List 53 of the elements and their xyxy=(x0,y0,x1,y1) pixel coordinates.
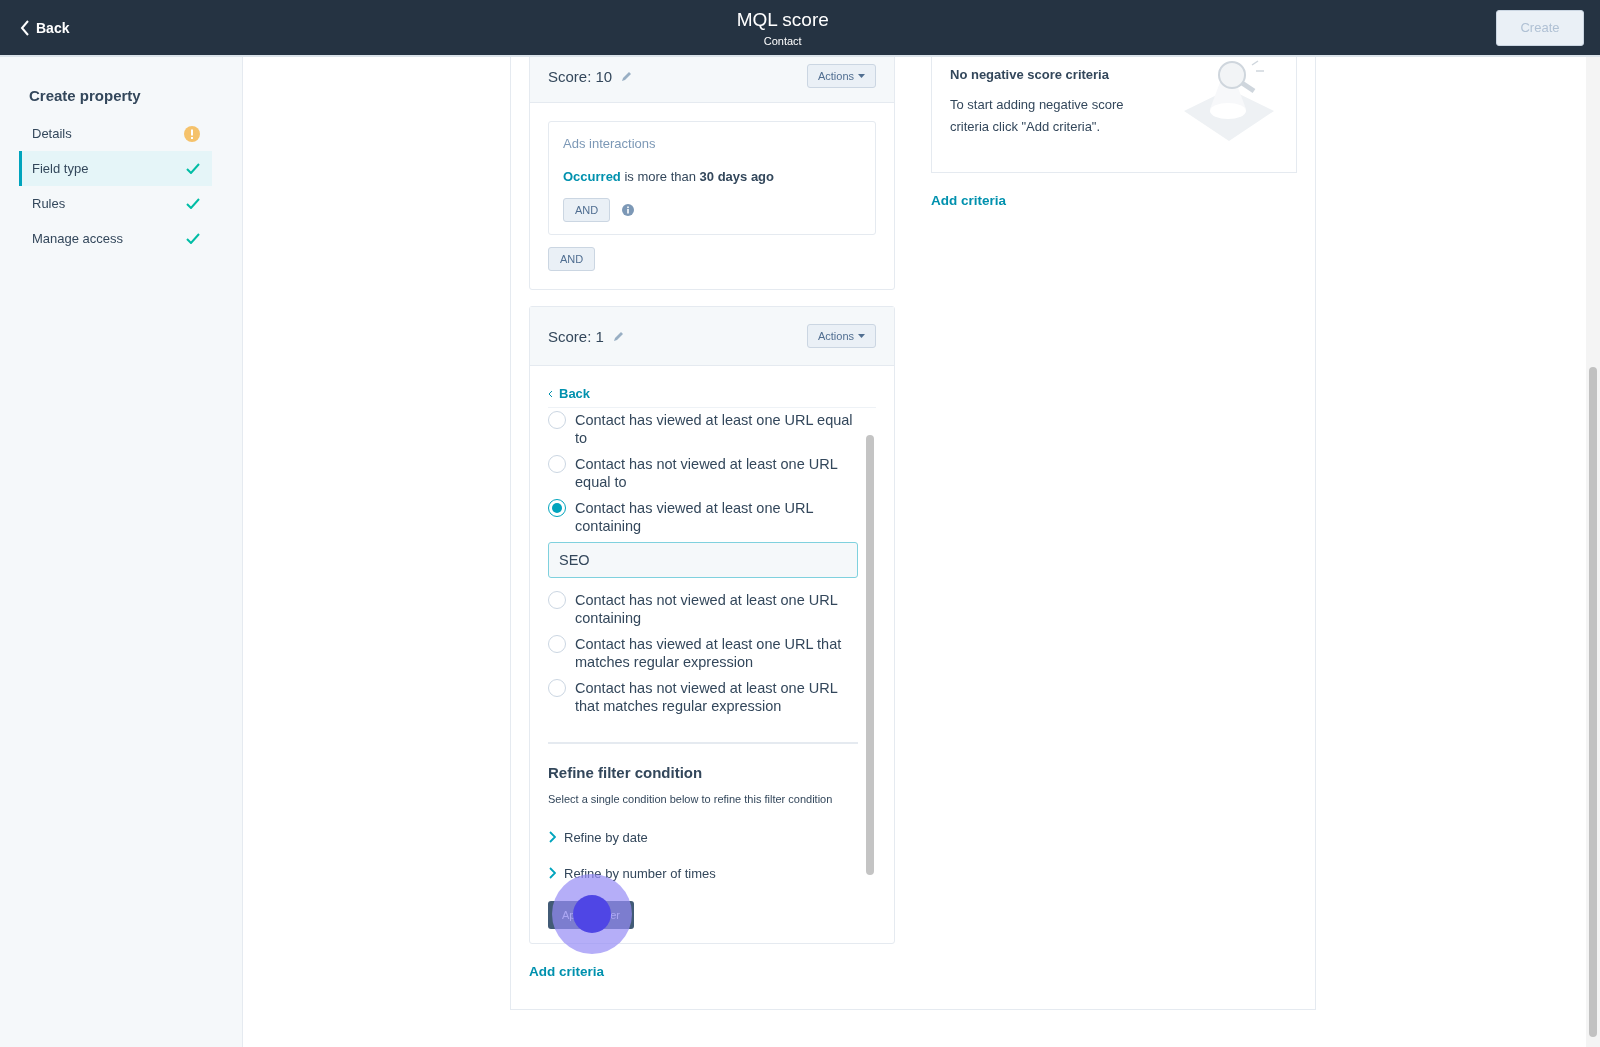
radio-button[interactable] xyxy=(548,455,566,473)
filter-category: Ads interactions xyxy=(563,136,657,151)
refine-option[interactable]: Refine by number of times xyxy=(548,855,858,889)
checkmark-icon xyxy=(186,163,200,174)
radio-option[interactable]: Contact has not viewed at least one URL containing xyxy=(548,588,858,632)
radio-option[interactable]: Contact has not viewed at least one URL equal to xyxy=(548,452,858,496)
info-icon xyxy=(622,204,635,216)
back-link[interactable]: Back xyxy=(20,19,70,36)
scrollbar-thumb[interactable] xyxy=(866,435,874,875)
chevron-right-icon xyxy=(548,867,556,879)
page-title: MQL score xyxy=(736,8,829,31)
and-button[interactable]: AND xyxy=(548,247,596,271)
actions-button[interactable]: Actions xyxy=(806,324,876,348)
actions-button[interactable]: Actions xyxy=(806,64,876,88)
radio-button[interactable] xyxy=(548,679,566,697)
sidebar-item[interactable]: Field type xyxy=(19,151,212,186)
refine-hint: Select a single condition below to refine this filter condition xyxy=(548,793,834,805)
empty-state-text: To start adding negative score criteria click "Add criteria". xyxy=(950,96,1125,136)
refine-title: Refine filter condition xyxy=(548,764,704,781)
radio-option[interactable]: Contact has viewed at least one URL that matches regular expression xyxy=(548,632,858,676)
radio-option[interactable]: Contact has viewed at least one URL equal to xyxy=(548,408,858,452)
refine-option[interactable]: Refine by date xyxy=(548,819,858,855)
filter-description: Occurred is more than 30 days ago xyxy=(563,169,775,184)
checkmark-icon xyxy=(186,233,200,244)
radio-option[interactable]: Contact has viewed at least one URL containing xyxy=(548,496,858,540)
score-label: Score: 10 xyxy=(548,67,613,85)
page-subtitle: Contact xyxy=(763,34,802,47)
radio-option[interactable]: Contact has not viewed at least one URL that matches regular expression xyxy=(548,676,858,720)
chevron-left-icon xyxy=(20,19,30,36)
chevron-left-icon xyxy=(548,389,553,398)
sidebar-item[interactable]: Details xyxy=(19,116,212,151)
checkmark-icon xyxy=(186,198,200,209)
radio-button[interactable] xyxy=(548,411,566,429)
chevron-right-icon xyxy=(548,831,556,843)
sidebar-item[interactable]: Manage access xyxy=(19,221,212,256)
score-label: Score: 1 xyxy=(548,327,604,345)
sidebar-item[interactable]: Rules xyxy=(19,186,212,221)
sidebar-title: Create property xyxy=(29,87,142,104)
pencil-icon[interactable] xyxy=(620,69,634,83)
radio-button[interactable] xyxy=(548,591,566,609)
add-criteria-link[interactable]: Add criteria xyxy=(529,964,895,979)
page-scrollbar[interactable] xyxy=(1586,57,1600,1047)
add-criteria-link[interactable]: Add criteria xyxy=(931,193,1297,208)
empty-state-title: No negative score criteria xyxy=(950,67,1110,82)
caret-icon xyxy=(858,74,865,78)
radio-button[interactable] xyxy=(548,499,566,517)
caret-icon xyxy=(858,334,865,338)
url-input-field[interactable]: SEO xyxy=(548,542,858,578)
pencil-icon[interactable] xyxy=(611,329,625,343)
radio-button[interactable] xyxy=(548,635,566,653)
warning-icon xyxy=(184,125,200,142)
and-button[interactable]: AND xyxy=(563,198,611,222)
back-link[interactable]: Back xyxy=(548,386,876,401)
